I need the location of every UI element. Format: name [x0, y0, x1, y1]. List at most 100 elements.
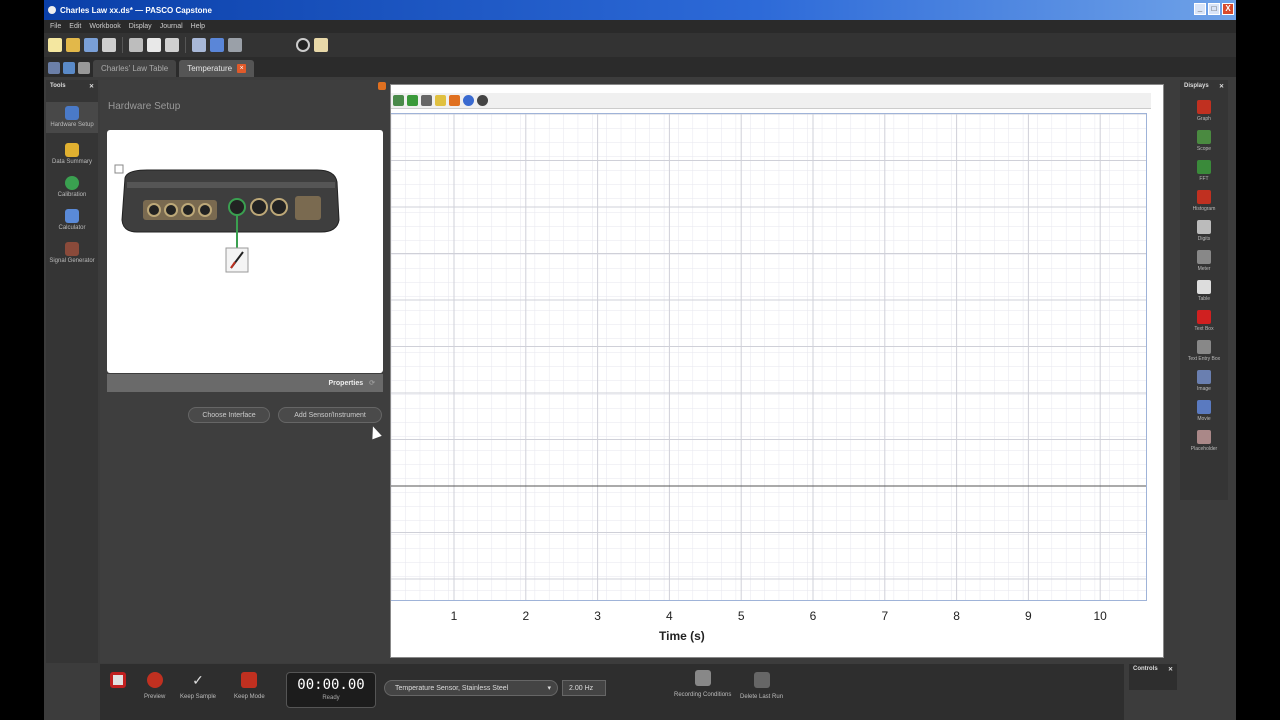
- menu-help[interactable]: Help: [191, 23, 205, 30]
- data-select-icon[interactable]: [407, 95, 418, 106]
- paste-icon[interactable]: [165, 38, 179, 52]
- maximize-button[interactable]: □: [1208, 3, 1220, 15]
- histogram-icon: [1197, 190, 1211, 204]
- minimize-button[interactable]: _: [1194, 3, 1206, 15]
- hardware-setup-panel: Hardware Setup Properties ⟳ Choose Inter…: [100, 80, 390, 663]
- camera-icon[interactable]: [296, 38, 310, 52]
- display-item-digits[interactable]: Digits: [1180, 220, 1228, 242]
- display-item-label: Graph: [1197, 116, 1211, 122]
- tool-signal-generator[interactable]: Signal Generator: [46, 242, 98, 265]
- tool-data-summary[interactable]: Data Summary: [46, 143, 98, 166]
- tab-temperature[interactable]: Temperature ×: [179, 60, 255, 77]
- x-tick-label: 9: [1025, 609, 1032, 623]
- screenshot-icon[interactable]: [192, 38, 206, 52]
- x-tick-label: 3: [594, 609, 601, 623]
- keep-mode-icon: [241, 672, 258, 688]
- x-tick-label: 4: [666, 609, 673, 623]
- save-icon[interactable]: [84, 38, 98, 52]
- annotation-icon[interactable]: [449, 95, 460, 106]
- copy-icon[interactable]: [147, 38, 161, 52]
- x-tick-label: 6: [809, 609, 817, 623]
- sample-rate-field[interactable]: 2.00 Hz: [562, 680, 606, 696]
- properties-bar[interactable]: Properties ⟳: [107, 374, 383, 392]
- hardware-canvas[interactable]: [107, 130, 383, 440]
- port-circle: [181, 203, 195, 217]
- minor-grid: [391, 114, 1146, 600]
- display-item-text-box[interactable]: Text Box: [1180, 310, 1228, 332]
- display-item-fft[interactable]: FFT: [1180, 160, 1228, 182]
- calibration-icon: [65, 176, 79, 190]
- menu-display[interactable]: Display: [129, 23, 152, 30]
- recording-conditions-button[interactable]: Recording Conditions: [674, 670, 731, 698]
- display-item-histogram[interactable]: Histogram: [1180, 190, 1228, 212]
- plot-area[interactable]: [391, 113, 1147, 601]
- cut-icon[interactable]: [129, 38, 143, 52]
- app-icon: [48, 6, 56, 14]
- tool-calculator[interactable]: Calculator: [46, 209, 98, 232]
- redo-icon[interactable]: [228, 38, 242, 52]
- display-item-table[interactable]: Table: [1180, 280, 1228, 302]
- menu-workbook[interactable]: Workbook: [89, 23, 120, 30]
- page-nav-icon[interactable]: [63, 62, 75, 74]
- scale-to-fit-icon[interactable]: [393, 95, 404, 106]
- display-item-scope[interactable]: Scope: [1180, 130, 1228, 152]
- pin-icon[interactable]: [378, 82, 386, 90]
- close-panel-icon[interactable]: ✕: [89, 83, 94, 90]
- choose-interface-button[interactable]: Choose Interface: [188, 407, 270, 423]
- menu-edit[interactable]: Edit: [69, 23, 81, 30]
- tool-calibration[interactable]: Calibration: [46, 176, 98, 199]
- properties-toggle-icon[interactable]: ⟳: [369, 379, 375, 387]
- delete-icon[interactable]: [421, 95, 432, 106]
- keep-sample-button[interactable]: ✓ Keep Sample: [180, 672, 216, 700]
- tools-title: Tools: [50, 83, 66, 89]
- displays-panel-header: Displays ✕: [1180, 80, 1228, 92]
- tool-label: Signal Generator: [49, 258, 95, 264]
- page-list-icon[interactable]: [78, 62, 90, 74]
- hardware-setup-title: Hardware Setup: [108, 101, 181, 112]
- menu-journal[interactable]: Journal: [160, 23, 183, 30]
- new-file-icon[interactable]: [48, 38, 62, 52]
- properties-icon[interactable]: [477, 95, 488, 106]
- print-icon[interactable]: [102, 38, 116, 52]
- x-tick-label: 10: [1093, 609, 1107, 623]
- delete-last-run-button[interactable]: Delete Last Run: [740, 672, 783, 700]
- fft-icon: [1197, 160, 1211, 174]
- display-item-label: Meter: [1197, 266, 1211, 272]
- displays-panel: Displays ✕ Graph Scope FFT Histogram Digits M…: [1180, 80, 1228, 500]
- page-menu-icon[interactable]: [48, 62, 60, 74]
- close-panel-icon[interactable]: ✕: [1219, 83, 1224, 90]
- keep-mode-label: Keep Mode: [234, 694, 265, 700]
- display-item-graph[interactable]: Graph: [1180, 100, 1228, 122]
- display-item-meter[interactable]: Meter: [1180, 250, 1228, 272]
- display-item-movie[interactable]: Movie: [1180, 400, 1228, 422]
- display-item-text-entry-box[interactable]: Text Entry Box: [1180, 340, 1228, 362]
- tool-hardware-setup[interactable]: Hardware Setup: [46, 102, 98, 133]
- display-item-placeholder[interactable]: Placeholder: [1180, 430, 1228, 452]
- close-panel-icon[interactable]: ✕: [1168, 666, 1173, 673]
- menu-file[interactable]: File: [50, 23, 61, 30]
- x-axis: Time (s) 1 2 3 4 5 6 7 8 9 10: [391, 605, 1151, 645]
- display-item-label: Scope: [1196, 146, 1212, 152]
- undo-icon[interactable]: [210, 38, 224, 52]
- tab-charles-law-table[interactable]: Charles' Law Table: [93, 60, 177, 77]
- chevron-down-icon: ▾: [547, 685, 551, 692]
- close-button[interactable]: X: [1222, 3, 1234, 15]
- add-sensor-button[interactable]: Add Sensor/Instrument: [278, 407, 382, 423]
- curve-fit-icon[interactable]: [463, 95, 474, 106]
- timer-status: Ready: [322, 695, 340, 701]
- x-tick-label: 5: [737, 609, 745, 623]
- record-icon: [110, 672, 126, 688]
- close-tab-icon[interactable]: ×: [237, 64, 247, 73]
- graph-display[interactable]: Time (s) 1 2 3 4 5 6 7 8 9 10: [390, 84, 1164, 658]
- record-button[interactable]: [110, 672, 126, 694]
- coordinates-icon[interactable]: [435, 95, 446, 106]
- toolbar-separator: [122, 37, 123, 53]
- display-item-image[interactable]: Image: [1180, 370, 1228, 392]
- tool-label: Hardware Setup: [50, 122, 94, 128]
- journal-icon[interactable]: [314, 38, 328, 52]
- preview-icon: [146, 672, 163, 688]
- keep-mode-button[interactable]: Keep Mode: [234, 672, 265, 700]
- preview-button[interactable]: Preview: [144, 672, 165, 700]
- sensor-select[interactable]: Temperature Sensor, Stainless Steel ▾: [384, 680, 558, 696]
- open-folder-icon[interactable]: [66, 38, 80, 52]
